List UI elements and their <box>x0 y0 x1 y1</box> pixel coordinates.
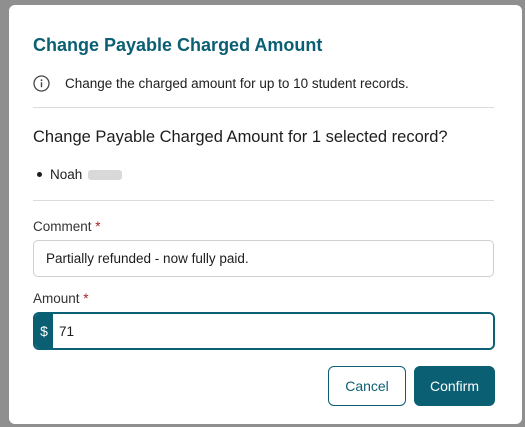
required-mark: * <box>83 291 89 306</box>
divider <box>33 107 494 108</box>
confirm-button[interactable]: Confirm <box>414 366 495 406</box>
bullet <box>37 172 42 177</box>
amount-field-wrapper: $ <box>33 312 495 350</box>
comment-label: Comment * <box>33 219 101 234</box>
record-name: Noah <box>50 167 83 182</box>
confirmation-question: Change Payable Charged Amount for 1 sele… <box>33 128 448 146</box>
selected-records-list: Noah <box>33 167 123 182</box>
dialog-title: Change Payable Charged Amount <box>33 35 323 55</box>
cancel-button[interactable]: Cancel <box>328 366 406 406</box>
list-item: Noah <box>33 167 123 182</box>
currency-prefix: $ <box>35 314 53 348</box>
info-circle-icon <box>33 75 50 92</box>
divider <box>33 200 494 201</box>
redacted-surname <box>88 169 123 180</box>
info-text: Change the charged amount for up to 10 s… <box>65 76 409 91</box>
required-mark: * <box>95 219 101 234</box>
amount-input[interactable] <box>53 314 493 348</box>
info-message: Change the charged amount for up to 10 s… <box>33 75 409 92</box>
change-charged-amount-dialog: Change Payable Charged Amount Change the… <box>9 5 522 424</box>
comment-field[interactable]: Partially refunded - now fully paid. <box>33 240 494 277</box>
amount-label: Amount * <box>33 291 89 306</box>
